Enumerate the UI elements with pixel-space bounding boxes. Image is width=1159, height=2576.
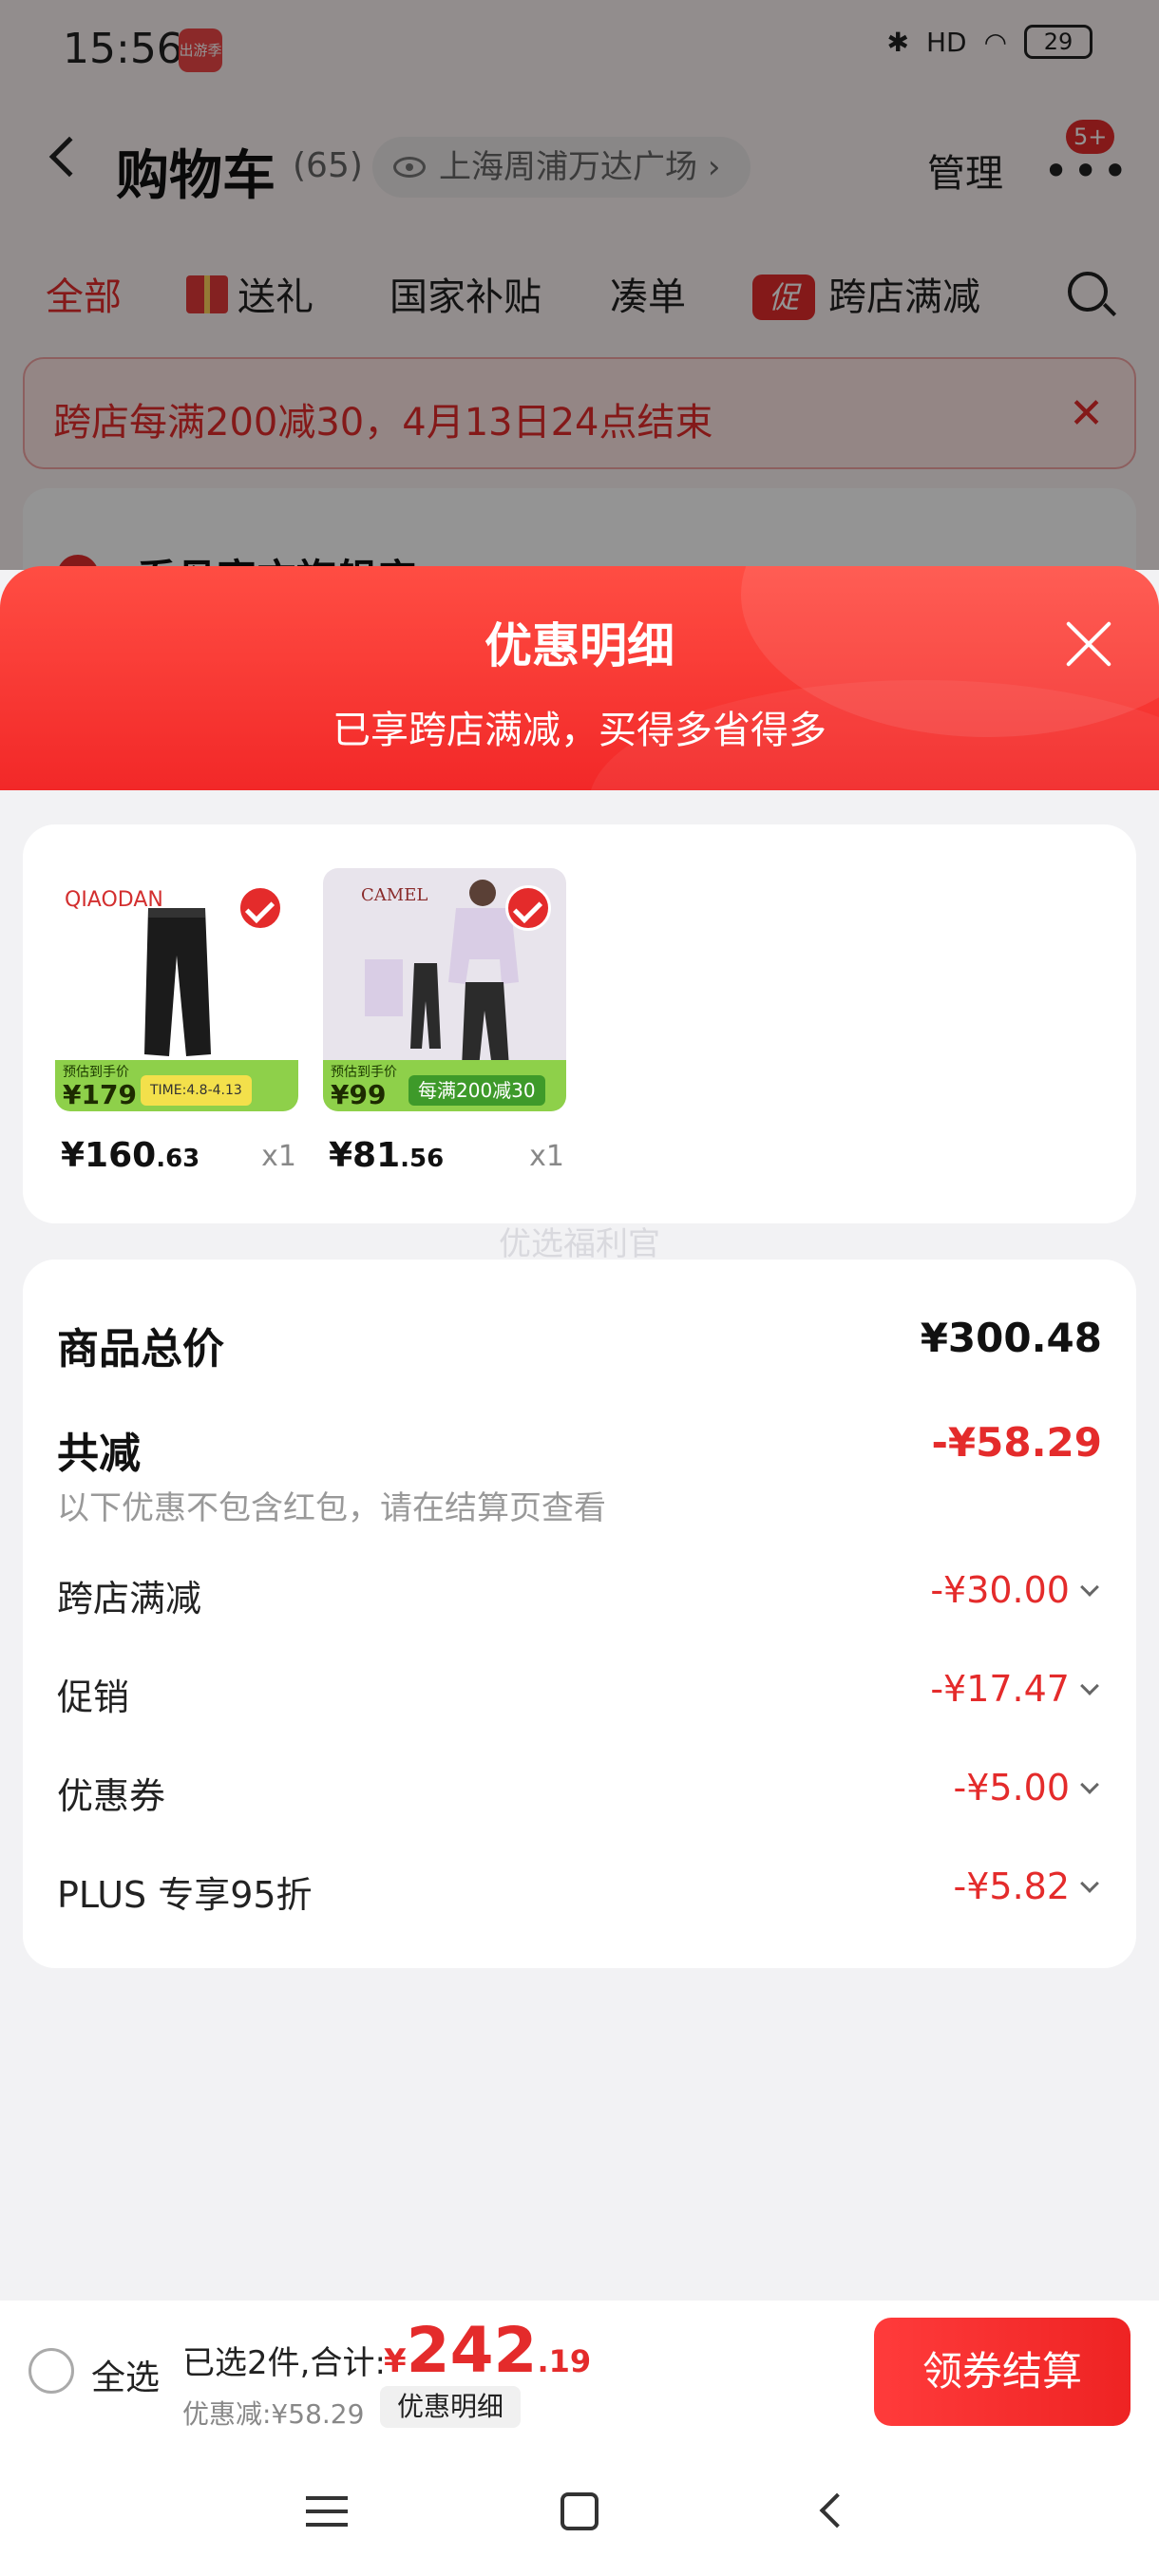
- discount-item-value: -¥5.82: [953, 1866, 1071, 1907]
- total-dec: .19: [537, 2343, 592, 2379]
- price-int: ¥81: [329, 1136, 401, 1175]
- discount-note: 以下优惠不包含红包，请在结算页查看: [57, 1489, 606, 1527]
- total-yen: ¥: [384, 2342, 407, 2380]
- price-int: ¥160: [61, 1136, 157, 1175]
- discount-detail-button[interactable]: 优惠明细: [380, 2386, 522, 2428]
- summary-row-total: 商品总价 ¥300.48: [57, 1315, 1102, 1373]
- brand-logo: CAMEL: [361, 885, 428, 905]
- discount-item-value: -¥17.47: [930, 1668, 1070, 1710]
- strip-price: ¥179: [63, 1079, 137, 1110]
- selected-summary: 已选2件,合计:: [182, 2344, 386, 2382]
- discount-sheet-header: 优惠明细 已享跨店满减，买得多省得多: [0, 566, 1159, 790]
- discount-summary: 优惠减:¥58.29: [182, 2398, 365, 2430]
- discount-item-row[interactable]: 优惠券 -¥5.00: [57, 1767, 1102, 1820]
- discount-item-row[interactable]: 跨店满减 -¥30.00: [57, 1569, 1102, 1622]
- reduce-label: 共减: [57, 1430, 141, 1478]
- strip-price: ¥99: [331, 1079, 387, 1110]
- summary-row-reduce: 共减 -¥58.29: [57, 1419, 1102, 1478]
- system-nav-bar: [0, 2443, 1159, 2576]
- sheet-subtitle: 已享跨店满减，买得多省得多: [332, 709, 826, 752]
- checkout-bar: 全选 已选2件,合计: ¥242.19 优惠减:¥58.29 优惠明细 领券结算: [0, 2301, 1159, 2443]
- cart-page-background: 15:56 出游季 ✱ HD ◠ 29 购物车 (65) 上海周浦万达广场 › …: [0, 0, 1159, 570]
- product-price: ¥81.56: [329, 1136, 444, 1175]
- strip-extra: TIME:4.8-4.13: [141, 1075, 252, 1106]
- selected-products-card: QIAODAN 预估到手价 ¥179 TIME:4.8-4.13 ¥160.63…: [23, 824, 1136, 1223]
- product-item[interactable]: QIAODAN 预估到手价 ¥179 TIME:4.8-4.13 ¥160.63…: [55, 868, 298, 1175]
- price-strip: 预估到手价 ¥99 每满200减30: [323, 1060, 566, 1111]
- check-icon[interactable]: [238, 885, 283, 931]
- watermark: 优选福利官: [499, 1225, 660, 1263]
- sheet-title: 优惠明细: [484, 618, 674, 673]
- discount-item-label: 跨店满减: [57, 1578, 202, 1619]
- home-icon[interactable]: [560, 2492, 598, 2530]
- strip-extra: 每满200减30: [408, 1075, 545, 1106]
- total-price: ¥242.19: [384, 2314, 591, 2387]
- total-label: 商品总价: [57, 1325, 224, 1373]
- check-icon[interactable]: [505, 885, 551, 931]
- checkout-button[interactable]: 领券结算: [874, 2318, 1130, 2426]
- product-price: ¥160.63: [61, 1136, 200, 1175]
- discount-item-value: -¥5.00: [953, 1767, 1071, 1809]
- product-item[interactable]: CAMEL 预估到手价 ¥99 每满200减30 ¥81.56 x1: [323, 868, 566, 1175]
- back-icon[interactable]: [819, 2492, 855, 2529]
- discount-item-value: -¥30.00: [930, 1569, 1070, 1611]
- discount-item-label: 促销: [57, 1676, 130, 1718]
- product-qty: x1: [529, 1140, 564, 1173]
- total-int: 242: [406, 2314, 538, 2387]
- discount-item-label: PLUS 专享95折: [57, 1874, 313, 1916]
- strip-label: 预估到手价: [331, 1065, 397, 1080]
- menu-icon[interactable]: [306, 2496, 348, 2527]
- select-all-label[interactable]: 全选: [91, 2350, 160, 2399]
- price-dec: .56: [400, 1145, 445, 1173]
- product-qty: x1: [261, 1140, 296, 1173]
- discount-item-row[interactable]: 促销 -¥17.47: [57, 1668, 1102, 1721]
- modal-overlay[interactable]: [0, 0, 1159, 570]
- price-dec: .63: [156, 1145, 200, 1173]
- price-summary-card: 商品总价 ¥300.48 共减 -¥58.29 以下优惠不包含红包，请在结算页查…: [23, 1260, 1136, 1968]
- select-all-radio[interactable]: [28, 2348, 74, 2394]
- reduce-value: -¥58.29: [931, 1419, 1102, 1466]
- strip-label: 预估到手价: [63, 1065, 129, 1080]
- total-value: ¥300.48: [920, 1315, 1102, 1361]
- discount-item-label: 优惠券: [57, 1775, 166, 1817]
- price-strip: 预估到手价 ¥179 TIME:4.8-4.13: [55, 1060, 298, 1111]
- discount-item-row[interactable]: PLUS 专享95折 -¥5.82: [57, 1866, 1102, 1919]
- close-icon[interactable]: [1056, 612, 1123, 678]
